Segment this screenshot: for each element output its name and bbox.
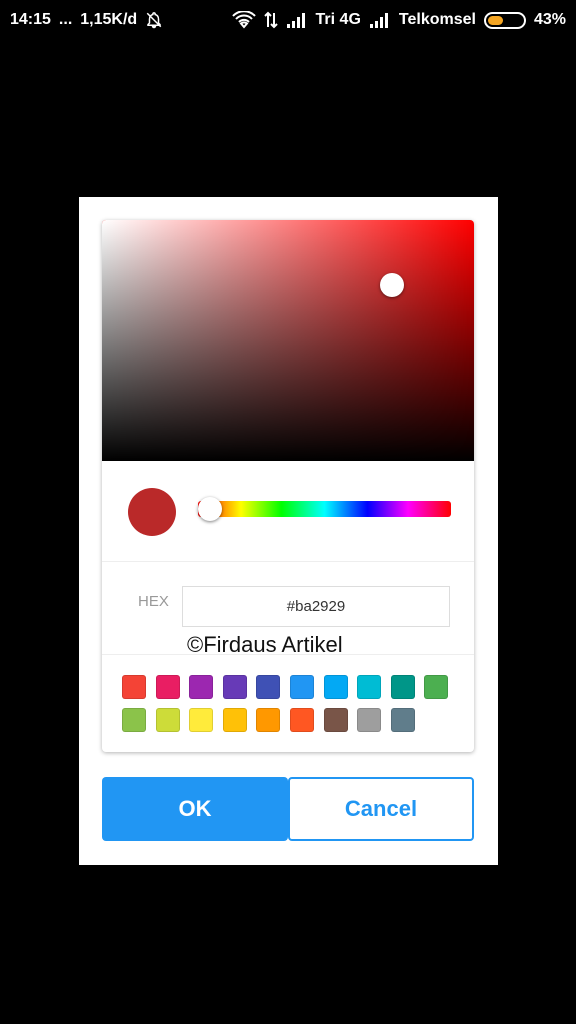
color-swatch[interactable] [256,708,281,732]
wifi-icon [231,11,256,29]
divider [102,654,474,655]
color-swatch[interactable] [256,675,281,699]
color-swatch[interactable] [357,708,382,732]
battery-icon [483,11,526,29]
battery-level [487,15,503,25]
hue-slider[interactable] [198,497,451,521]
color-swatch[interactable] [222,708,247,732]
saturation-value-area[interactable] [102,220,474,461]
signal-icon [286,12,308,28]
color-swatch[interactable] [289,708,314,732]
hue-slider-handle[interactable] [198,497,222,521]
color-swatch[interactable] [390,675,415,699]
status-right: Tri 4G Telkomsel 43% [231,11,566,29]
color-swatch[interactable] [122,708,146,732]
status-time: 14:15 [10,11,51,28]
color-swatch[interactable] [289,675,314,699]
color-swatch[interactable] [390,708,415,732]
divider [102,561,474,562]
battery-percent: 43% [533,11,566,28]
saturation-value-handle[interactable] [380,273,405,298]
color-swatch[interactable] [222,675,247,699]
status-dots: ... [58,11,73,28]
cancel-button[interactable]: Cancel [288,777,474,841]
hex-input[interactable] [182,586,450,627]
color-swatch[interactable] [122,675,146,699]
status-carrier-1: Tri 4G [315,11,361,28]
color-swatch[interactable] [155,708,180,732]
hex-label: HEX [138,593,169,610]
ok-button[interactable]: OK [102,777,288,841]
color-picker-dialog: HEX ©Firdaus Artikel OK Cancel [79,197,498,865]
status-bar: 14:15 ... 1,15K/d Tri 4G Telkomsel 43% [0,0,576,40]
color-swatch[interactable] [424,675,449,699]
status-left: 14:15 ... 1,15K/d [10,11,163,29]
data-transfer-icon [263,11,278,29]
status-carrier-2: Telkomsel [398,11,476,28]
signal-icon [369,12,391,28]
color-swatch[interactable] [189,675,214,699]
status-net-speed: 1,15K/d [80,11,138,28]
bell-off-icon [145,11,163,29]
color-swatch[interactable] [189,708,214,732]
picker-card: HEX ©Firdaus Artikel [102,220,474,752]
color-swatch[interactable] [323,675,348,699]
color-swatch[interactable] [357,675,382,699]
color-preview [128,488,176,536]
preset-swatch-grid [122,675,462,732]
color-swatch[interactable] [155,675,180,699]
color-swatch[interactable] [323,708,348,732]
